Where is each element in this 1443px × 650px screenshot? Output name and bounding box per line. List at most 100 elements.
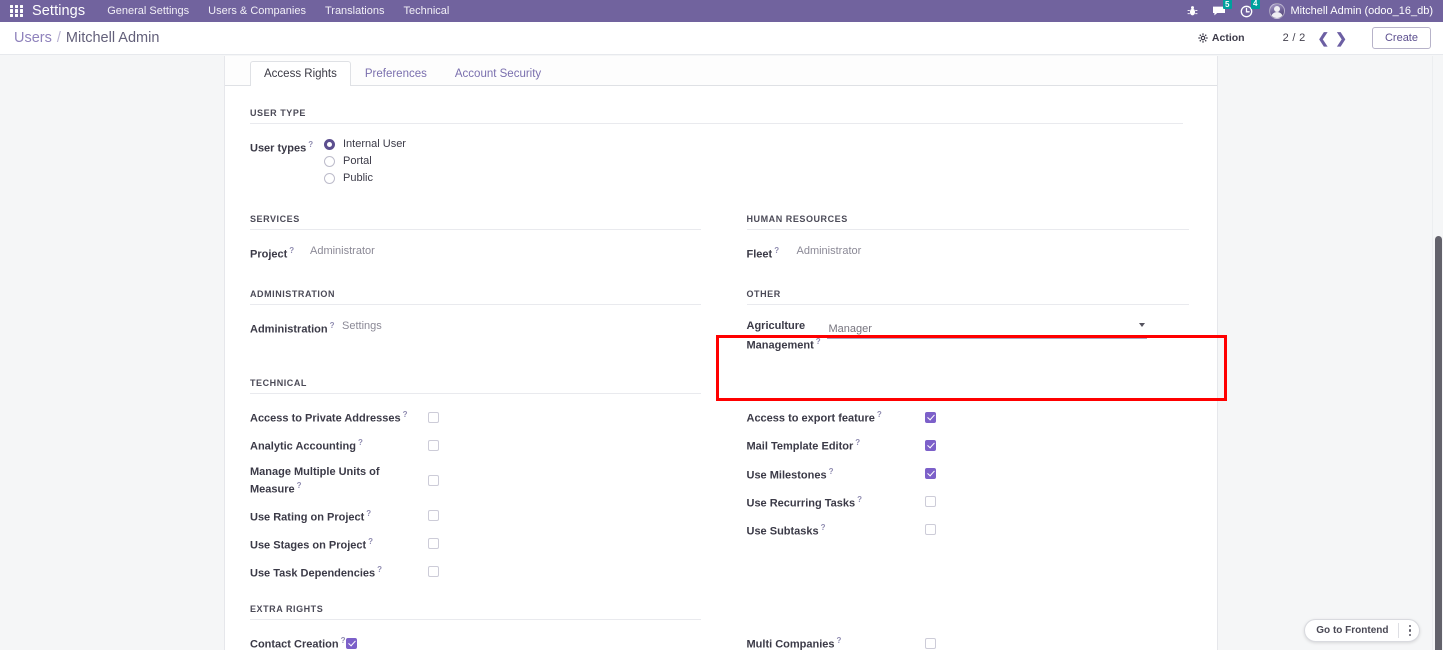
help-marker[interactable]: ? [330,321,335,330]
nav-item-translations[interactable]: Translations [325,5,385,17]
value-administration[interactable]: Settings [342,319,382,333]
help-marker[interactable]: ? [774,246,779,255]
help-marker[interactable]: ? [297,481,302,490]
help-marker[interactable]: ? [341,636,346,645]
field-manage-multiple-uom: Manage Multiple Units of Measure? [250,465,701,497]
section-title-user-type: USER TYPE [250,108,1183,124]
label-analytic-accounting: Analytic Accounting? [250,436,428,454]
form-tabs: Access Rights Preferences Account Securi… [225,56,1217,86]
label-user-types: User types? [250,138,324,156]
help-marker[interactable]: ? [368,537,373,546]
help-marker[interactable]: ? [403,410,408,419]
radio-label-internal-user: Internal User [343,138,406,150]
action-label: Action [1212,32,1245,44]
help-marker[interactable]: ? [821,523,826,532]
help-marker[interactable]: ? [855,438,860,447]
checkbox-manage-multiple-uom[interactable] [428,475,439,486]
administration-column: ADMINISTRATION Administration? Settings [250,289,723,365]
help-marker[interactable]: ? [829,467,834,476]
user-types-radio-group: Internal User Portal Public [324,138,406,189]
help-marker[interactable]: ? [816,337,821,346]
tab-preferences[interactable]: Preferences [351,61,441,86]
checkbox-contact-creation[interactable] [346,638,357,649]
vertical-scrollbar-thumb[interactable] [1435,236,1442,650]
field-multi-companies: Multi Companies? [747,634,1190,650]
app-brand-settings[interactable]: Settings [32,3,85,19]
label-project: Project? [250,244,310,262]
go-to-frontend-widget: Go to Frontend [1304,619,1420,642]
radio-item-internal-user[interactable]: Internal User [324,138,406,150]
action-menu-button[interactable]: Action [1198,32,1245,44]
help-marker[interactable]: ? [877,410,882,419]
checkbox-use-rating-on-project[interactable] [428,510,439,521]
field-administration: Administration? Settings [250,319,701,337]
field-analytic-accounting: Analytic Accounting? [250,436,701,454]
go-to-frontend-button[interactable]: Go to Frontend [1316,625,1388,636]
label-administration: Administration? [250,319,342,337]
checkbox-mail-template-editor[interactable] [925,440,936,451]
activities-count-badge: 4 [1251,0,1260,9]
field-use-stages-on-project: Use Stages on Project? [250,535,701,553]
checkbox-use-milestones[interactable] [925,468,936,479]
checkbox-analytic-accounting[interactable] [428,440,439,451]
label-use-rating-on-project: Use Rating on Project? [250,507,428,525]
breadcrumb-parent-users[interactable]: Users [14,30,52,46]
nav-item-general-settings[interactable]: General Settings [107,5,189,17]
help-marker[interactable]: ? [358,438,363,447]
checkbox-use-recurring-tasks[interactable] [925,496,936,507]
radio-item-portal[interactable]: Portal [324,155,406,167]
pager-next-icon[interactable]: ❯ [1332,31,1350,45]
tab-account-security[interactable]: Account Security [441,61,555,86]
tab-access-rights[interactable]: Access Rights [250,61,351,86]
label-access-private-addresses: Access to Private Addresses? [250,408,428,426]
label-mail-template-editor: Mail Template Editor? [747,436,925,454]
field-access-export-feature: Access to export feature? [747,408,1190,426]
help-marker[interactable]: ? [377,565,382,574]
field-use-rating-on-project: Use Rating on Project? [250,507,701,525]
value-fleet[interactable]: Administrator [797,244,862,258]
debug-bug-icon[interactable] [1187,5,1198,17]
checkbox-multi-companies[interactable] [925,638,936,649]
label-agriculture-management: Agriculture Management? [747,319,827,354]
help-marker[interactable]: ? [857,495,862,504]
extra-rights-left-column: EXTRA RIGHTS Contact Creation? Multi Cur… [250,604,723,650]
section-title-technical: TECHNICAL [250,378,701,394]
other-top-column: OTHER Agriculture Management? Manager [723,289,1196,365]
radio-item-public[interactable]: Public [324,172,406,184]
value-project[interactable]: Administrator [310,244,375,258]
services-column: SERVICES Project? Administrator [250,214,723,273]
agriculture-management-select[interactable]: Manager [827,322,1147,339]
vertical-scrollbar-track[interactable] [1432,56,1443,650]
administration-other-group: ADMINISTRATION Administration? Settings … [250,289,1195,365]
section-title-services: SERVICES [250,214,701,230]
services-hr-group: SERVICES Project? Administrator HUMAN RE… [250,214,1195,273]
label-fleet: Fleet? [747,244,797,262]
user-menu[interactable]: Mitchell Admin (odoo_16_db) [1269,3,1433,19]
checkbox-use-subtasks[interactable] [925,524,936,535]
messages-icon[interactable]: 5 [1212,5,1226,17]
technical-left-column: TECHNICAL Access to Private Addresses? A… [250,378,723,591]
radio-internal-user[interactable] [324,139,335,150]
activity-clock-icon[interactable]: 4 [1240,5,1253,18]
checkbox-use-task-dependencies[interactable] [428,566,439,577]
checkbox-use-stages-on-project[interactable] [428,538,439,549]
nav-item-users-companies[interactable]: Users & Companies [208,5,306,17]
help-marker[interactable]: ? [837,636,842,645]
apps-grid-icon[interactable] [10,5,23,18]
checkbox-access-private-addresses[interactable] [428,412,439,423]
radio-portal[interactable] [324,156,335,167]
field-access-private-addresses: Access to Private Addresses? [250,408,701,426]
nav-item-technical[interactable]: Technical [403,5,449,17]
pager-previous-icon[interactable]: ❮ [1315,31,1333,45]
checkbox-access-export-feature[interactable] [925,412,936,423]
extra-rights-right-column: Multi Companies? [723,604,1196,650]
create-button[interactable]: Create [1372,27,1431,49]
kebab-menu-icon[interactable] [1405,623,1416,639]
help-marker[interactable]: ? [366,509,371,518]
field-project: Project? Administrator [250,244,701,262]
user-avatar [1269,3,1285,19]
extra-rights-group: EXTRA RIGHTS Contact Creation? Multi Cur… [250,604,1195,650]
help-marker[interactable]: ? [289,246,294,255]
radio-public[interactable] [324,173,335,184]
help-marker[interactable]: ? [308,140,313,149]
